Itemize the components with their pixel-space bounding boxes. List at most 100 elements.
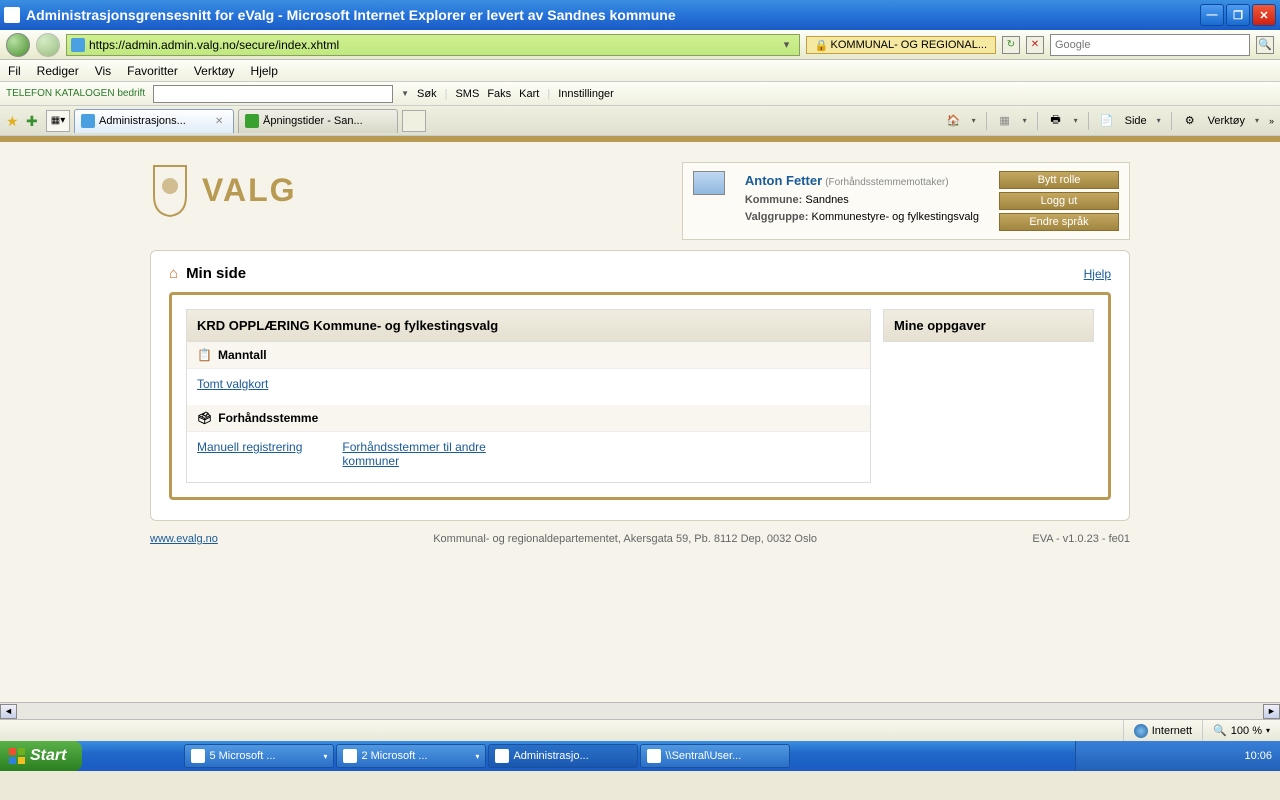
refresh-button[interactable]: ↻: [1002, 36, 1020, 54]
url-input[interactable]: [89, 38, 779, 52]
menu-verktoy[interactable]: Verktøy: [194, 64, 235, 78]
link-forhandsstemmer-andre[interactable]: Forhåndsstemmer til andre kommuner: [342, 440, 522, 468]
tab-active-label: Administrasjons...: [99, 115, 211, 127]
status-zone: Internett: [1123, 720, 1202, 741]
task-item[interactable]: Administrasjo...: [488, 744, 638, 768]
back-button[interactable]: [6, 33, 30, 57]
tab-close-icon[interactable]: ✕: [215, 116, 227, 127]
app-icon: [495, 749, 509, 763]
section-forhandsstemme: 🗳 Forhåndsstemme: [187, 405, 870, 432]
task-item[interactable]: 2 Microsoft ...▾: [336, 744, 486, 768]
horizontal-scrollbar[interactable]: ◄ ►: [0, 702, 1280, 719]
footer-version: EVA - v1.0.23 - fe01: [1032, 533, 1130, 545]
bytt-rolle-button[interactable]: Bytt rolle: [999, 171, 1119, 189]
scroll-right-button[interactable]: ►: [1263, 704, 1280, 719]
status-zoom[interactable]: 🔍 100 % ▾: [1202, 720, 1280, 741]
link-manuell-registrering[interactable]: Manuell registrering: [197, 440, 302, 468]
favorites-star-icon[interactable]: ★: [6, 113, 22, 129]
link-tomt-valgkort[interactable]: Tomt valgkort: [197, 377, 268, 391]
window-title: Administrasjonsgrensesnitt for eValg - M…: [26, 7, 1200, 23]
tab-inactive[interactable]: Åpningstider - San...: [238, 109, 398, 133]
ie-favicon: [4, 7, 20, 23]
menu-hjelp[interactable]: Hjelp: [251, 64, 278, 78]
tray-icon[interactable]: [1084, 749, 1098, 763]
forward-button[interactable]: [36, 33, 60, 57]
gear-icon[interactable]: ⚙: [1182, 113, 1198, 129]
footer-link[interactable]: www.evalg.no: [150, 533, 218, 545]
task-item[interactable]: 5 Microsoft ...▾: [184, 744, 334, 768]
window-titlebar: Administrasjonsgrensesnitt for eValg - M…: [0, 0, 1280, 30]
footer-center: Kommunal- og regionaldepartementet, Aker…: [433, 533, 817, 545]
help-link[interactable]: Hjelp: [1084, 267, 1111, 281]
zoom-icon: 🔍: [1213, 724, 1227, 737]
command-toolbar: 🏠▾ ▦▾ 🖶▾ 📄 Side▾ ⚙ Verktøy▾ »: [946, 112, 1274, 130]
content-box: ⌂Min side Hjelp KRD OPPLÆRING Kommune- o…: [150, 250, 1130, 521]
tel-innstillinger[interactable]: Innstillinger: [558, 88, 614, 100]
menu-fil[interactable]: Fil: [8, 64, 21, 78]
search-box[interactable]: [1050, 34, 1250, 56]
tray-icon[interactable]: [1135, 749, 1149, 763]
address-bar[interactable]: ▾: [66, 34, 800, 56]
section-manntall: 📋 Manntall: [187, 342, 870, 369]
side-panel: Mine oppgaver: [883, 309, 1094, 342]
scroll-left-button[interactable]: ◄: [0, 704, 17, 719]
tray-icon[interactable]: [1118, 749, 1132, 763]
task-item[interactable]: \\Sentral\User...: [640, 744, 790, 768]
tel-faks[interactable]: Faks: [487, 88, 511, 100]
close-button[interactable]: ✕: [1252, 4, 1276, 26]
ql-item-3[interactable]: [132, 746, 152, 766]
tray-icon[interactable]: [1186, 749, 1200, 763]
tray-icon[interactable]: [1203, 749, 1217, 763]
endre-sprak-button[interactable]: Endre språk: [999, 213, 1119, 231]
user-name: Anton Fetter: [745, 173, 822, 188]
ql-item-4[interactable]: [154, 746, 174, 766]
tray-icon[interactable]: [1220, 749, 1234, 763]
new-tab-button[interactable]: [402, 110, 426, 132]
tel-sms[interactable]: SMS: [455, 88, 479, 100]
address-dropdown[interactable]: ▾: [779, 38, 795, 51]
menu-rediger[interactable]: Rediger: [37, 64, 79, 78]
logg-ut-button[interactable]: Logg ut: [999, 192, 1119, 210]
feeds-icon[interactable]: ▦: [997, 113, 1013, 129]
ie-tab-icon: [81, 114, 95, 128]
kommune-label: Kommune:: [745, 194, 802, 206]
chevron-icon[interactable]: »: [1269, 116, 1274, 126]
clock[interactable]: 10:06: [1244, 750, 1272, 762]
tel-sok[interactable]: Søk: [417, 88, 437, 100]
tab-overview-button[interactable]: ▦▾: [46, 110, 70, 132]
menu-favoritter[interactable]: Favoritter: [127, 64, 178, 78]
ql-item-2[interactable]: [110, 746, 130, 766]
page-footer: www.evalg.no Kommunal- og regionaldepart…: [150, 533, 1130, 545]
main-panel: KRD OPPLÆRING Kommune- og fylkestingsval…: [186, 309, 871, 483]
menu-vis[interactable]: Vis: [95, 64, 111, 78]
valggruppe-label: Valggruppe:: [745, 211, 809, 223]
tray-icon[interactable]: [1101, 749, 1115, 763]
search-input[interactable]: [1055, 39, 1245, 51]
maximize-button[interactable]: ❐: [1226, 4, 1250, 26]
verktoy-label[interactable]: Verktøy: [1208, 115, 1245, 127]
add-favorite-icon[interactable]: ✚: [26, 113, 42, 129]
tray-icon[interactable]: [1152, 749, 1166, 763]
user-role: (Forhåndsstemmemottaker): [825, 177, 948, 188]
home-page-icon: ⌂: [169, 265, 178, 282]
user-info-box: Anton Fetter (Forhåndsstemmemottaker) Ko…: [682, 162, 1130, 240]
print-icon[interactable]: 🖶: [1048, 113, 1064, 129]
tab-inactive-label: Åpningstider - San...: [263, 115, 391, 127]
side-panel-title: Mine oppgaver: [883, 309, 1094, 342]
side-label[interactable]: Side: [1125, 115, 1147, 127]
search-go-button[interactable]: 🔍: [1256, 36, 1274, 54]
minimize-button[interactable]: —: [1200, 4, 1224, 26]
stop-button[interactable]: ✕: [1026, 36, 1044, 54]
page-title: ⌂Min side: [169, 265, 246, 282]
tab-active[interactable]: Administrasjons... ✕: [74, 109, 234, 133]
home-icon[interactable]: 🏠: [946, 113, 962, 129]
start-button[interactable]: Start: [0, 741, 82, 771]
gold-frame: KRD OPPLÆRING Kommune- og fylkestingsval…: [169, 292, 1111, 500]
ql-item-1[interactable]: [88, 746, 108, 766]
telefon-input[interactable]: [153, 85, 393, 103]
security-indicator[interactable]: 🔒 KOMMUNAL- OG REGIONAL...: [806, 36, 996, 54]
page-icon[interactable]: 📄: [1099, 113, 1115, 129]
tray-icon[interactable]: [1169, 749, 1183, 763]
tel-kart[interactable]: Kart: [519, 88, 539, 100]
dropdown-icon[interactable]: ▼: [401, 89, 409, 98]
